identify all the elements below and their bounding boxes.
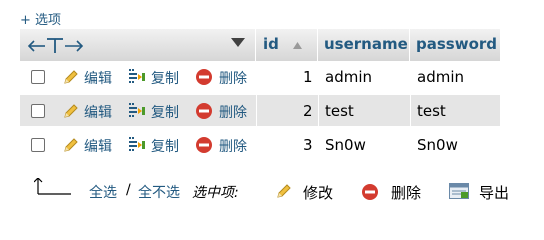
column-divider — [256, 129, 257, 161]
uncheck-all-link[interactable]: 全不选 — [138, 182, 180, 202]
column-divider — [318, 61, 319, 93]
bulk-export-button[interactable]: 导出 — [479, 182, 509, 203]
copy-link[interactable]: 复制 — [151, 102, 179, 122]
column-header-password[interactable]: password — [416, 35, 497, 53]
cell-password: Sn0w — [417, 136, 458, 154]
checkall-arrow-icon — [34, 178, 71, 195]
delete-icon[interactable] — [195, 68, 213, 86]
header-actions-cell[interactable] — [20, 29, 256, 61]
bulk-actions-bar: 全选 / 全不选 选中项: 修改 删除 导出 — [0, 176, 544, 206]
left-right-arrow-icon[interactable] — [27, 38, 85, 54]
copy-link[interactable]: 复制 — [151, 68, 179, 88]
bulk-delete-button[interactable]: 删除 — [391, 182, 421, 203]
copy-icon[interactable] — [128, 102, 146, 120]
sort-asc-icon[interactable] — [293, 42, 302, 49]
copy-link[interactable]: 复制 — [151, 136, 179, 156]
pencil-icon[interactable] — [62, 68, 80, 86]
sort-dropdown-icon[interactable] — [231, 38, 245, 47]
row-checkbox[interactable] — [31, 70, 45, 84]
cell-username: admin — [325, 68, 372, 86]
cell-id: 1 — [303, 68, 313, 86]
column-divider — [410, 95, 411, 127]
edit-link[interactable]: 编辑 — [84, 136, 112, 156]
edit-link[interactable]: 编辑 — [84, 102, 112, 122]
check-separator: / — [126, 182, 131, 198]
delete-icon[interactable] — [361, 183, 379, 201]
pencil-icon[interactable] — [275, 182, 293, 200]
cell-username: test — [325, 102, 354, 120]
cell-password: test — [417, 102, 446, 120]
cell-username: Sn0w — [325, 136, 366, 154]
check-all-link[interactable]: 全选 — [89, 182, 117, 202]
result-table-panel: + 选项 id username password 编辑 复制 删除 1 adm… — [0, 0, 544, 214]
header-username[interactable]: username — [318, 29, 410, 61]
table-row: 编辑 复制 删除 2 test test — [20, 95, 500, 127]
with-selected-label: 选中项: — [192, 185, 239, 201]
cell-id: 3 — [303, 136, 313, 154]
row-checkbox[interactable] — [31, 138, 45, 152]
pencil-icon[interactable] — [62, 102, 80, 120]
copy-icon[interactable] — [128, 68, 146, 86]
row-checkbox[interactable] — [31, 104, 45, 118]
export-icon[interactable] — [449, 183, 469, 199]
cell-id: 2 — [303, 102, 313, 120]
copy-icon[interactable] — [128, 136, 146, 154]
delete-link[interactable]: 删除 — [219, 68, 247, 88]
table-row: 编辑 复制 删除 3 Sn0w Sn0w — [20, 129, 500, 161]
cell-password: admin — [417, 68, 464, 86]
header-password[interactable]: password — [410, 29, 500, 61]
column-divider — [256, 61, 257, 93]
column-divider — [256, 95, 257, 127]
header-id[interactable]: id — [256, 29, 318, 61]
bulk-edit-button[interactable]: 修改 — [303, 182, 333, 203]
delete-icon[interactable] — [195, 102, 213, 120]
column-divider — [410, 129, 411, 161]
column-divider — [318, 129, 319, 161]
table-row: 编辑 复制 删除 1 admin admin — [20, 61, 500, 93]
options-link[interactable]: + 选项 — [20, 9, 61, 28]
edit-link[interactable]: 编辑 — [84, 68, 112, 88]
delete-icon[interactable] — [195, 136, 213, 154]
pencil-icon[interactable] — [62, 136, 80, 154]
column-header-username[interactable]: username — [324, 35, 408, 53]
column-header-id[interactable]: id — [263, 35, 279, 53]
delete-link[interactable]: 删除 — [219, 102, 247, 122]
delete-link[interactable]: 删除 — [219, 136, 247, 156]
column-divider — [318, 95, 319, 127]
column-divider — [410, 61, 411, 93]
